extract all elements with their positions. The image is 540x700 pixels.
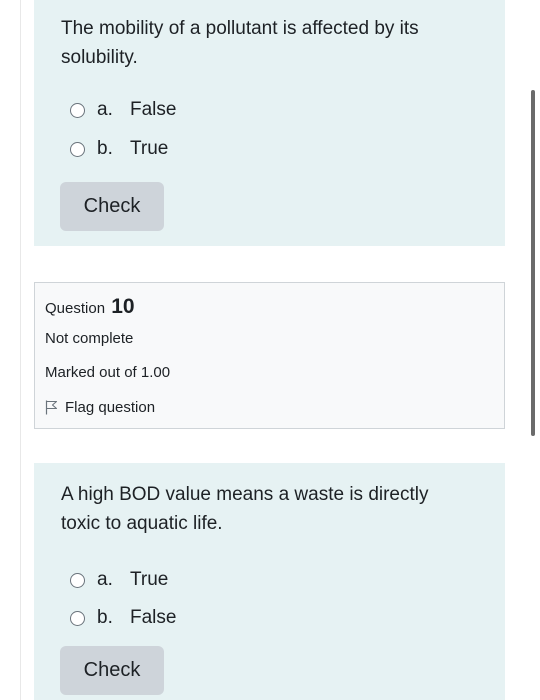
flag-outline-icon <box>45 400 58 415</box>
answer-label: True <box>130 569 169 590</box>
answer-label: False <box>130 99 177 120</box>
scrollbar[interactable] <box>531 90 535 436</box>
answer-label: False <box>130 607 177 628</box>
question-prefix: Question <box>45 300 106 317</box>
radio-button[interactable] <box>70 572 85 588</box>
question-9-formulation: The mobility of a pollutant is affected … <box>34 0 505 246</box>
question-9-answer-b[interactable]: b. True <box>70 138 168 160</box>
question-9-text: The mobility of a pollutant is affected … <box>61 18 419 68</box>
question-10-answer-b[interactable]: b. False <box>70 607 176 629</box>
question-number-heading: Question 10 <box>45 295 135 319</box>
answer-letter: b. <box>97 607 113 628</box>
question-9-answer-a[interactable]: a. False <box>70 99 176 121</box>
radio-button[interactable] <box>70 102 85 118</box>
flag-question-label: Flag question <box>65 399 156 416</box>
question-10-answer-a[interactable]: a. True <box>70 569 168 591</box>
answer-letter: a. <box>97 99 113 120</box>
question-10-text: A high BOD value means a waste is direct… <box>61 484 429 534</box>
radio-button[interactable] <box>70 610 85 626</box>
question-grade: Marked out of 1.00 <box>45 364 171 381</box>
quiz-page: The mobility of a pollutant is affected … <box>0 0 540 700</box>
page-divider <box>20 0 21 700</box>
flag-question-link[interactable]: Flag question <box>45 399 155 416</box>
radio-button[interactable] <box>70 141 85 157</box>
answer-label: True <box>130 138 169 159</box>
answer-letter: a. <box>97 569 113 590</box>
answer-letter: b. <box>97 138 113 159</box>
question-10-info: Question 10 Not complete Marked out of 1… <box>34 282 505 429</box>
question-10-formulation: A high BOD value means a waste is direct… <box>34 463 505 700</box>
question-state: Not complete <box>45 330 134 347</box>
question-number: 10 <box>111 295 135 318</box>
question-9-check-button[interactable]: Check <box>60 182 164 231</box>
question-10-check-button[interactable]: Check <box>60 646 164 695</box>
